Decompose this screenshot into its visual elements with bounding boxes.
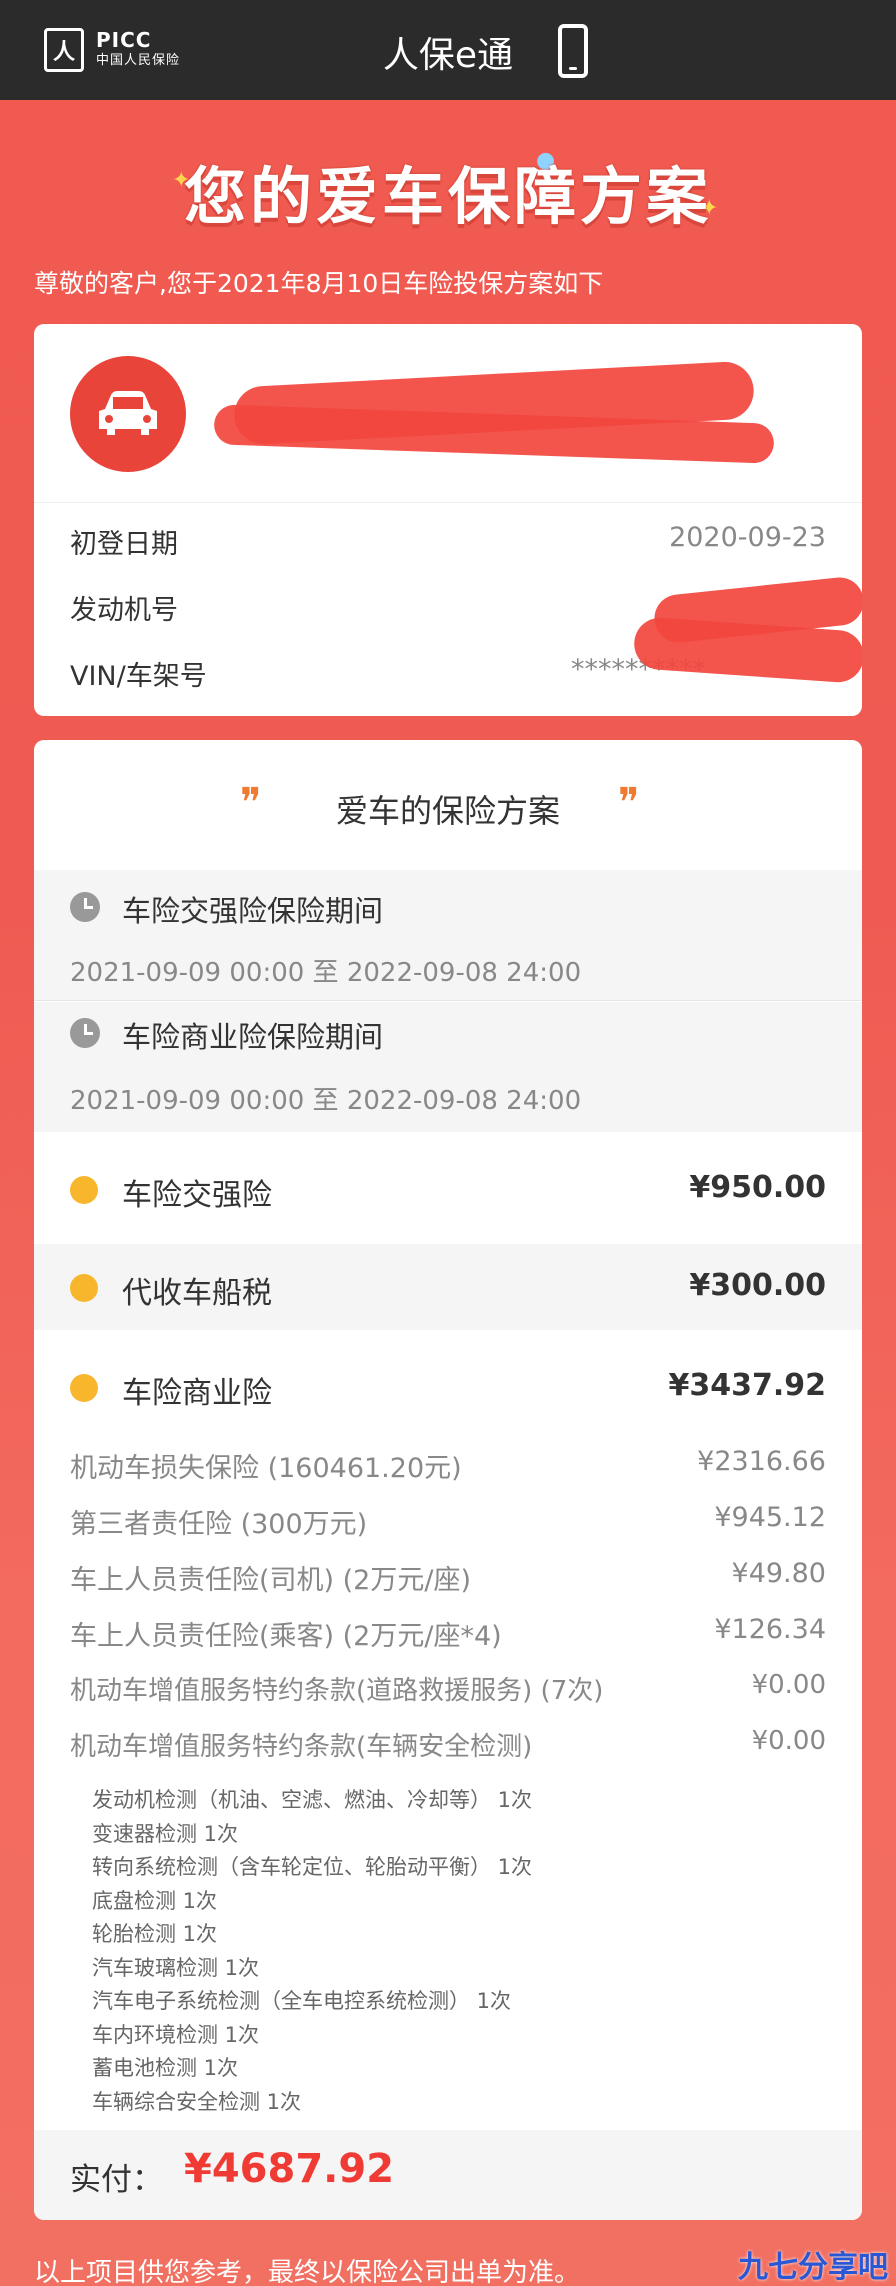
total-row: 实付： ¥4687.92 — [34, 2130, 862, 2220]
coverage-item-label: 车上人员责任险(司机) (2万元/座) — [70, 1565, 471, 1596]
fee-label: 车险交强险 — [122, 1178, 272, 1213]
coverage-item-amount: ¥2316.66 — [697, 1446, 826, 1477]
check-item: 发动机检测（机油、空滤、燃油、冷却等） 1次 — [92, 1788, 533, 1812]
vehicle-row-label: VIN/车架号 — [70, 661, 207, 692]
coverage-item-label: 第三者责任险 (300万元) — [70, 1509, 368, 1540]
check-item: 变速器检测 1次 — [92, 1821, 239, 1846]
period-label: 车险交强险保险期间 — [122, 894, 384, 928]
clock-icon — [70, 1018, 100, 1048]
check-item: 汽车玻璃检测 1次 — [92, 1955, 260, 1980]
coverage-item-amount: ¥0.00 — [751, 1670, 826, 1700]
period-block: 车险交强险保险期间 2021-09-09 00:00 至 2022-09-08 … — [34, 870, 862, 1000]
bullet-dot-icon — [70, 1274, 98, 1302]
vehicle-row-value: 2020-09-23 — [669, 522, 826, 553]
clock-icon — [70, 892, 100, 922]
fee-amount: ¥3437.92 — [668, 1368, 826, 1403]
fee-row: 车险商业险 ¥3437.92 — [34, 1344, 862, 1430]
top-bar: 人 PICC 中国人民保险 人保e通 — [0, 0, 896, 100]
bullet-dot-icon — [70, 1176, 98, 1204]
check-item: 汽车电子系统检测（全车电控系统检测） 1次 — [92, 1989, 512, 2013]
watermark-logo: 九七分享吧 — [738, 2250, 888, 2285]
period-value: 2021-09-09 00:00 至 2022-09-08 24:00 — [70, 1086, 582, 1116]
coverage-item: 机动车损失保险 (160461.20元) ¥2316.66 — [70, 1446, 826, 1486]
coverage-item-amount: ¥126.34 — [714, 1614, 826, 1645]
coverage-item-label: 机动车增值服务特约条款(车辆安全检测) — [70, 1732, 533, 1762]
coverage-item-label: 车上人员责任险(乘客) (2万元/座*4) — [70, 1621, 502, 1652]
greeting-text: 尊敬的客户,您于2021年8月10日车险投保方案如下 — [34, 269, 604, 298]
bullet-dot-icon — [70, 1374, 98, 1402]
vehicle-row: 初登日期 2020-09-23 — [70, 522, 826, 562]
coverage-item: 车上人员责任险(乘客) (2万元/座*4) ¥126.34 — [70, 1614, 826, 1654]
vehicle-card: 初登日期 2020-09-23 发动机号 VIN/车架号 ********** — [34, 324, 862, 716]
insurance-plan-card: ❞ 爱车的保险方案 ❞ 车险交强险保险期间 2021-09-09 00:00 至… — [34, 740, 862, 2220]
fee-amount: ¥300.00 — [689, 1268, 826, 1303]
app-title: 人保e通 — [382, 35, 514, 76]
vehicle-row-label: 初登日期 — [70, 529, 178, 560]
fee-amount: ¥950.00 — [689, 1170, 826, 1205]
period-value: 2021-09-09 00:00 至 2022-09-08 24:00 — [70, 958, 582, 988]
quote-right-icon: ❞ — [618, 780, 640, 826]
coverage-item-amount: ¥945.12 — [714, 1502, 826, 1533]
coverage-item-label: 机动车损失保险 (160461.20元) — [70, 1453, 462, 1484]
period-block: 车险商业险保险期间 2021-09-09 00:00 至 2022-09-08 … — [34, 1002, 862, 1132]
phone-icon[interactable] — [558, 24, 588, 78]
vehicle-row-label: 发动机号 — [70, 595, 178, 626]
check-item: 底盘检测 1次 — [92, 1888, 218, 1913]
safety-check-list: 发动机检测（机油、空滤、燃油、冷却等） 1次 变速器检测 1次 转向系统检测（含… — [92, 1784, 532, 2119]
period-label: 车险商业险保险期间 — [122, 1020, 384, 1054]
divider — [34, 502, 862, 503]
check-item: 车内环境检测 1次 — [92, 2022, 260, 2047]
check-item: 车辆综合安全检测 1次 — [92, 2089, 302, 2114]
coverage-item: 机动车增值服务特约条款(道路救援服务) (7次) ¥0.00 — [70, 1670, 826, 1710]
total-value: ¥4687.92 — [184, 2146, 395, 2192]
fee-row: 代收车船税 ¥300.00 — [34, 1244, 862, 1330]
coverage-item: 车上人员责任险(司机) (2万元/座) ¥49.80 — [70, 1558, 826, 1598]
divider — [34, 1000, 862, 1001]
coverage-item: 机动车增值服务特约条款(车辆安全检测) ¥0.00 — [70, 1726, 826, 1766]
fee-label: 车险商业险 — [122, 1376, 272, 1411]
check-item: 蓄电池检测 1次 — [92, 2056, 239, 2080]
car-icon — [70, 356, 186, 472]
coverage-item-amount: ¥49.80 — [731, 1558, 826, 1589]
coverage-item-label: 机动车增值服务特约条款(道路救援服务) (7次) — [70, 1676, 604, 1706]
check-item: 转向系统检测（含车轮定位、轮胎动平衡） 1次 — [92, 1855, 533, 1879]
total-label: 实付： — [70, 2162, 163, 2198]
fee-row: 车险交强险 ¥950.00 — [34, 1148, 862, 1234]
coverage-item-amount: ¥0.00 — [751, 1726, 826, 1756]
plan-title: 爱车的保险方案 — [335, 792, 560, 830]
coverage-item: 第三者责任险 (300万元) ¥945.12 — [70, 1502, 826, 1542]
footer-note: 以上项目供您参考，最终以保险公司出单为准。 — [34, 2258, 581, 2286]
banner-title: 您的爱车保障方案 — [183, 160, 712, 233]
check-item: 轮胎检测 1次 — [92, 1922, 218, 1946]
fee-label: 代收车船税 — [122, 1276, 272, 1311]
